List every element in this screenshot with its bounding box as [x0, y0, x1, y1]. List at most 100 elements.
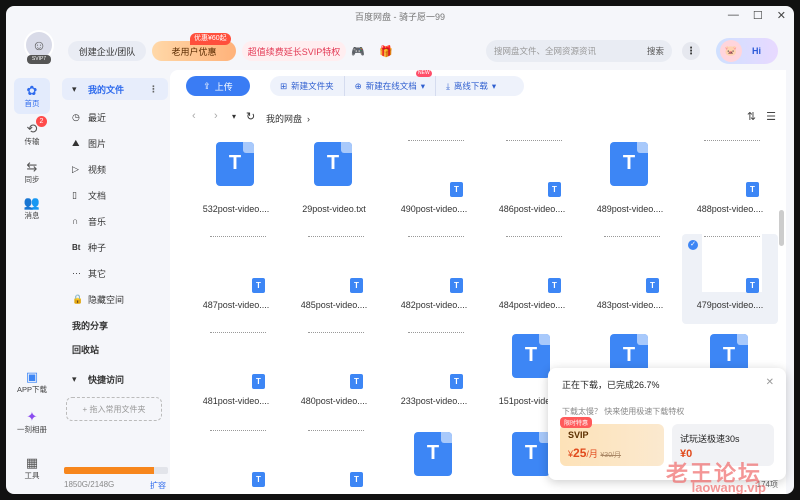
file-name: 480post-video....: [300, 396, 368, 406]
storage-progress-bar: [64, 467, 168, 474]
file-item[interactable]: T 482post-video....: [386, 234, 482, 324]
nav-album[interactable]: ✦ 一刻相册: [14, 404, 50, 440]
nav-tools[interactable]: ▦ 工具: [14, 450, 50, 486]
sidebar-my-share[interactable]: 我的分享: [62, 314, 168, 336]
nav-sync[interactable]: ⇆ 同步: [14, 154, 50, 190]
gift-icon[interactable]: 🎁: [378, 43, 394, 59]
other-icon: ···: [72, 268, 81, 278]
search-input[interactable]: 搜网盘文件、全网资源资讯 搜索: [486, 40, 672, 62]
svip-renew-button[interactable]: 超值续费延长SVIP特权: [242, 41, 346, 61]
back-arrow-icon[interactable]: ‹: [192, 110, 196, 122]
sidebar-my-files[interactable]: ▾ 我的文件 ⋮: [62, 78, 168, 100]
new-online-doc-button[interactable]: ⊕ 新建在线文档 ▾: [345, 76, 437, 96]
expand-storage-link[interactable]: 扩容: [150, 480, 166, 491]
watermark-url: laowang.vip: [691, 480, 766, 494]
scrollbar[interactable]: [779, 210, 784, 246]
text-file-icon: T: [216, 142, 254, 186]
upload-button[interactable]: ⇪ 上传: [186, 76, 250, 96]
create-enterprise-button[interactable]: 创建企业/团队: [68, 41, 146, 61]
nav-home-label: 首页: [24, 98, 40, 108]
search-button[interactable]: 搜索: [647, 45, 664, 57]
file-item[interactable]: T: [386, 428, 482, 494]
image-icon: ⛰: [72, 137, 80, 148]
file-item[interactable]: T 487post-video....: [188, 234, 284, 324]
file-name: 488post-video....: [696, 204, 764, 214]
file-item[interactable]: T 490post-video....: [386, 138, 482, 228]
new-folder-button[interactable]: ⊞ 新建文件夹: [270, 76, 345, 96]
title-bar: 百度网盘 - 骑子愿一99 — ☐ ✕: [6, 6, 794, 26]
toolbar-button-group: ⊞ 新建文件夹 ⊕ 新建在线文档 ▾ ⤓ 离线下载 ▾: [270, 76, 524, 96]
file-item[interactable]: T: [188, 428, 284, 494]
file-name: 482post-video....: [400, 300, 468, 310]
sidebar-item-music[interactable]: ∩ 音乐: [62, 210, 168, 232]
gamepad-icon[interactable]: 🎮: [350, 43, 366, 59]
folder-plus-icon: ⊞: [280, 80, 288, 91]
sidebar-item-torrents[interactable]: Bt 种子: [62, 236, 168, 258]
file-item[interactable]: T ✓ 479post-video....: [682, 234, 778, 324]
sidebar-quick-access[interactable]: ▾ 快捷访问: [62, 368, 168, 390]
sidebar-item-hidden-space[interactable]: 🔒 隐藏空间: [62, 288, 168, 310]
file-item[interactable]: T 483post-video....: [582, 234, 678, 324]
file-item[interactable]: T 485post-video....: [286, 234, 382, 324]
file-item[interactable]: T 481post-video....: [188, 330, 284, 420]
nav-home[interactable]: ✿ 首页: [14, 78, 50, 114]
nav-transfer[interactable]: ⟲ 传输 2: [14, 116, 50, 152]
file-item[interactable]: T: [286, 428, 382, 494]
view-controls: ⇅ ☰: [747, 110, 776, 123]
more-icon[interactable]: ⋮: [149, 84, 158, 95]
hi-label: Hi: [752, 46, 761, 56]
text-file-icon: T: [610, 142, 648, 186]
sidebar-item-images[interactable]: ⛰ 图片: [62, 132, 168, 154]
sort-icon[interactable]: ⇅: [747, 110, 756, 123]
list-view-icon[interactable]: ☰: [766, 110, 776, 123]
sidebar-item-videos[interactable]: ▷ 视频: [62, 158, 168, 180]
nav-tools-label: 工具: [24, 470, 40, 480]
document-icon: ▯: [72, 189, 77, 200]
file-item[interactable]: T 484post-video....: [484, 234, 580, 324]
offline-download-button[interactable]: ⤓ 离线下载 ▾: [436, 76, 506, 96]
minimize-icon[interactable]: —: [728, 9, 739, 22]
nav-message-label: 消息: [24, 210, 40, 220]
selected-check-icon[interactable]: ✓: [688, 240, 698, 250]
doc-plus-icon: ⊕: [354, 80, 362, 91]
file-item[interactable]: T 480post-video....: [286, 330, 382, 420]
file-item[interactable]: T 233post-video....: [386, 330, 482, 420]
file-item[interactable]: T 489post-video....: [582, 138, 678, 228]
sidebar-item-recent[interactable]: ◷ 最近: [62, 106, 168, 128]
forward-arrow-icon[interactable]: ›: [214, 110, 218, 122]
text-file-icon: T: [350, 472, 363, 487]
storage-usage-text: 1850G/2148G: [64, 480, 115, 489]
text-file-icon: T: [450, 182, 463, 197]
sidebar-item-other[interactable]: ··· 其它: [62, 262, 168, 284]
history-dropdown-icon[interactable]: ▾: [232, 112, 236, 121]
nav-app-download[interactable]: ▣ APP下载: [14, 364, 50, 400]
close-icon[interactable]: ✕: [766, 377, 774, 388]
file-item[interactable]: T 486post-video....: [484, 138, 580, 228]
file-item[interactable]: T 488post-video....: [682, 138, 778, 228]
my-files-label: 我的文件: [88, 84, 125, 95]
music-icon: ∩: [72, 216, 79, 226]
refresh-icon[interactable]: ↻: [246, 110, 255, 123]
quick-access-drop-zone[interactable]: + 拖入常用文件夹: [66, 397, 162, 421]
file-item[interactable]: T 532post-video....: [188, 138, 284, 228]
sidebar-item-label: 视频: [88, 164, 107, 175]
close-icon[interactable]: ✕: [777, 9, 786, 22]
breadcrumb-root[interactable]: 我的网盘: [266, 114, 302, 124]
text-file-icon: T: [252, 374, 265, 389]
maximize-icon[interactable]: ☐: [753, 9, 763, 22]
message-icon: 👥: [23, 194, 41, 210]
quick-access-label: 快捷访问: [88, 374, 125, 385]
nav-message[interactable]: 👥 消息: [14, 190, 50, 226]
sidebar-item-documents[interactable]: ▯ 文档: [62, 184, 168, 206]
more-menu-icon[interactable]: ⋮: [682, 42, 700, 60]
file-item[interactable]: T 29post-video.txt: [286, 138, 382, 228]
text-file-icon: T: [548, 278, 561, 293]
svip-price-unit: /月: [586, 449, 598, 459]
sidebar-item-label: 音乐: [88, 216, 107, 227]
svip-old-price: ¥30/月: [600, 452, 622, 459]
new-badge: NEW: [416, 70, 432, 77]
breadcrumb[interactable]: 我的网盘 ›: [266, 112, 310, 125]
svip-offer-card[interactable]: 限时特惠 SVIP ¥25/月 ¥30/月: [560, 417, 664, 466]
assistant-button[interactable]: 🐷 Hi: [716, 38, 778, 64]
sidebar-recycle-bin[interactable]: 回收站: [62, 338, 168, 360]
